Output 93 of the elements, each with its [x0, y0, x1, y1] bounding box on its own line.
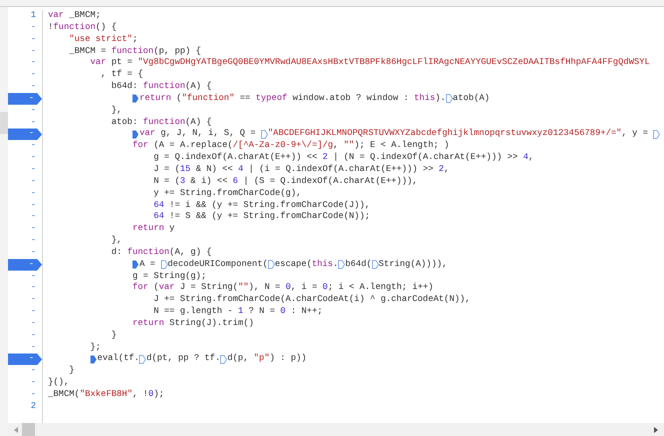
code-text: }; [90, 342, 101, 354]
code-text: atob: function(A) { [111, 116, 212, 128]
inline-breakpoint-icon[interactable] [338, 260, 346, 270]
line-number[interactable]: - [8, 22, 42, 34]
breakpoint-marker-icon[interactable] [132, 130, 140, 139]
inline-breakpoint-icon[interactable] [653, 130, 660, 139]
code-text: String(A)))), [378, 258, 448, 271]
inline-breakpoint-icon[interactable] [260, 130, 268, 139]
line-number[interactable]: - [8, 342, 42, 354]
line-number[interactable]: - [8, 330, 42, 342]
line-number[interactable]: 2 [8, 400, 42, 413]
code-text: }, [111, 235, 122, 247]
inline-breakpoint-icon[interactable] [160, 260, 168, 270]
code-text: d: function(A, g) { [111, 246, 212, 259]
code-text: decodeURIComponent( [168, 258, 268, 271]
code-text: N == g.length - 1 ? N = 0 : N++; [154, 306, 323, 318]
line-number[interactable]: - [8, 188, 42, 200]
line-number[interactable]: - [8, 81, 42, 93]
code-text: _BMCM = function(p, pp) { [69, 46, 202, 58]
code-text: for (var J = String(""), N = 0, i = 0; i < A.length; i++) [132, 282, 434, 294]
code-text: g = String(g); [132, 270, 206, 282]
code-text: return y [132, 223, 175, 236]
code-text: J = (15 & N) << 4 | (i = Q.indexOf(A.charAt(E++))) >> 2, [154, 164, 450, 176]
code-text: var pt = "Vg8bCgwDHgYATBgeGQ0BE0YMVRwdAU8EAxsHBxtVTB8PFk86HgcLFlIRAgcNEAYYGUEvSCZeDAAITBsfHhpAFA4FFgQdWSYL [90, 57, 650, 70]
line-number[interactable]: - [8, 46, 42, 58]
code-text: } [69, 365, 74, 378]
line-number[interactable]: - [8, 69, 42, 82]
line-number[interactable]: - [8, 318, 42, 330]
scroll-thumb[interactable] [22, 423, 35, 436]
horizontal-scrollbar[interactable] [8, 423, 664, 436]
code-text: escape(this. [274, 258, 338, 271]
code-text: return String(J).trim() [132, 318, 254, 330]
breakpoint-marker[interactable]: - [8, 353, 42, 366]
line-number[interactable]: - [8, 223, 42, 236]
code-text: } [111, 330, 117, 342]
code-text: atob(A) [452, 92, 490, 105]
code-text: return ("function" == typeof window.atob ? window : this). [139, 92, 446, 105]
breakpoint-marker-icon[interactable] [132, 260, 140, 270]
code-text: _BMCM("BxkeFB8H", !0); [48, 389, 164, 401]
code-text: , tf = { [100, 69, 144, 82]
line-number[interactable]: - [8, 140, 42, 152]
breakpoint-marker[interactable]: - [8, 258, 42, 271]
scroll-right-icon[interactable] [654, 426, 658, 432]
code-text: !function() { [48, 22, 117, 34]
line-number[interactable]: - [8, 389, 42, 401]
line-number[interactable]: - [8, 294, 42, 306]
breakpoint-marker-icon[interactable] [90, 354, 98, 364]
code-text: "ABCDEFGHIJKLMNOPQRSTUVWXYZabcdefghijklmnopqrstuvwxyz0123456789+/=", y = [268, 128, 649, 140]
code-text: b64d( [345, 258, 372, 271]
code-text: "use strict"; [69, 34, 138, 46]
line-number[interactable]: - [8, 176, 42, 188]
code-text: A = [139, 258, 156, 271]
code-text: var _BMCM; [48, 10, 101, 22]
code-text: y += String.fromCharCode(g), [154, 188, 302, 200]
line-number[interactable]: - [8, 365, 42, 378]
breakpoint-marker[interactable]: - [8, 92, 42, 105]
code-text: J += String.fromCharCode(A.charCodeAt(i) ^ g.charCodeAt(N)), [154, 294, 470, 306]
line-number[interactable]: - [8, 34, 42, 46]
breakpoint-marker[interactable]: - [8, 128, 42, 140]
inline-breakpoint-icon[interactable] [139, 354, 146, 364]
line-number[interactable]: - [8, 211, 42, 224]
code-text: N = (3 & i) << 6 | (S = Q.indexOf(A.charAt(E++))), [154, 176, 418, 188]
line-number[interactable]: - [8, 246, 42, 259]
line-number[interactable]: - [8, 306, 42, 318]
line-number[interactable]: 1 [8, 10, 42, 22]
code-text: d(pt, pp ? tf. [146, 353, 220, 366]
code-text: eval(tf. [97, 353, 140, 366]
scroll-thumb[interactable] [0, 112, 8, 134]
code-text: d(p, "p") : p)) [227, 353, 307, 366]
inline-breakpoint-icon[interactable] [372, 260, 379, 270]
line-number[interactable]: - [8, 57, 42, 70]
code-text: g = Q.indexOf(A.charAt(E++)) << 2 | (N = Q.indexOf(A.charAt(E++))) >> 4, [154, 152, 534, 164]
inline-breakpoint-icon[interactable] [446, 94, 453, 104]
code-text: 64 != S && (y += String.fromCharCode(N)); [154, 211, 370, 224]
line-number[interactable]: - [8, 377, 42, 389]
line-number[interactable]: - [8, 270, 42, 282]
inline-breakpoint-icon[interactable] [268, 260, 275, 270]
code-text: 64 != i && (y += String.fromCharCode(J)), [154, 200, 370, 212]
line-number[interactable]: - [8, 282, 42, 294]
code-text: b64d: function(A) { [111, 81, 212, 93]
code-text: var g, J, N, i, S, Q = [139, 128, 257, 140]
line-number[interactable]: - [8, 152, 42, 164]
code-text: }(), [48, 377, 70, 389]
code-text: }, [111, 104, 122, 117]
line-number[interactable]: - [8, 164, 42, 176]
code-text: for (A = A.replace(/[^A-Za-z0-9+\/=]/g, ""); E < A.length; ) [132, 140, 450, 152]
line-number[interactable]: - [8, 235, 42, 247]
breakpoint-marker-icon[interactable] [132, 94, 140, 104]
line-number[interactable]: - [8, 200, 42, 212]
line-number[interactable]: - [8, 104, 42, 117]
line-number[interactable]: - [8, 116, 42, 128]
inline-breakpoint-icon[interactable] [220, 354, 228, 364]
scroll-left-icon[interactable] [14, 426, 18, 432]
